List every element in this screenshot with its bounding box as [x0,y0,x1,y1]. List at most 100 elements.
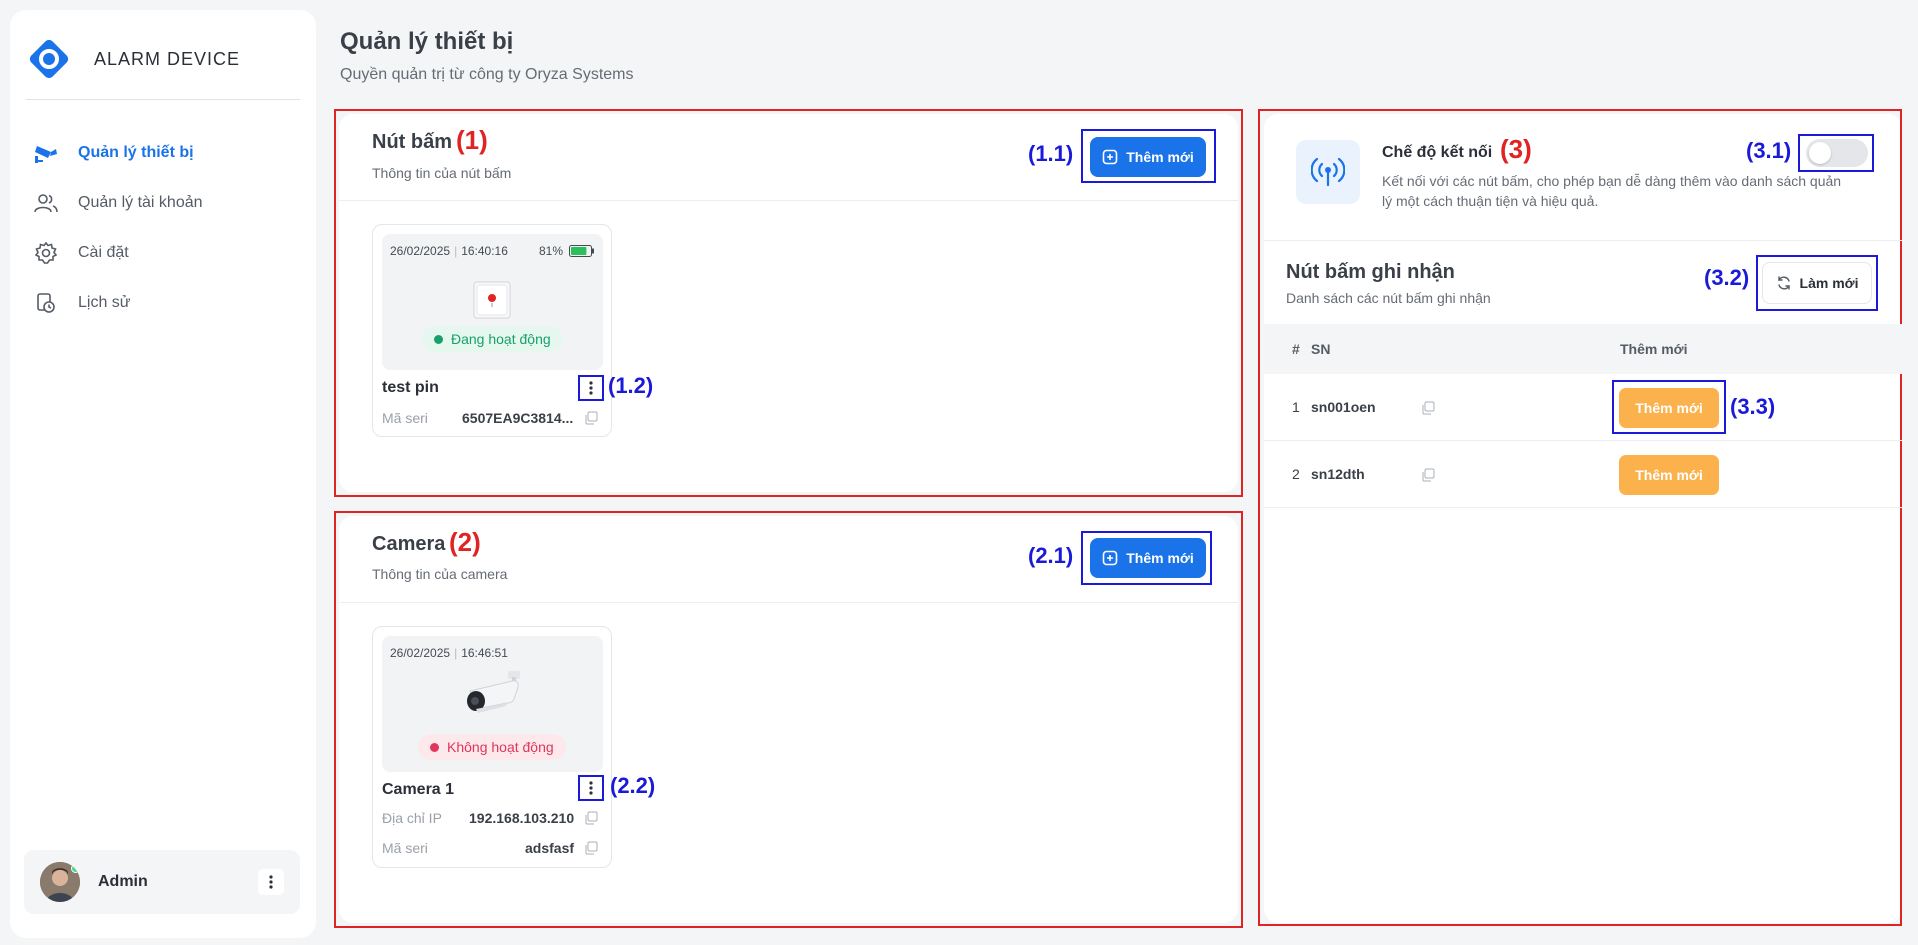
camera-icon [32,139,60,167]
serial-label: Mã seri [382,410,428,426]
camera-menu-button[interactable] [582,778,600,798]
sidebar-item-label: Quản lý tài khoản [78,194,203,211]
row-sn: sn12dth [1311,466,1365,482]
camera-card[interactable]: 26/02/2025 | 16:46:51 Không hoạt động Came… [372,626,612,868]
annotation-2-1: (2.1) [1028,543,1074,568]
ip-value: 192.168.103.210 [469,810,575,826]
user-menu-button[interactable] [258,869,284,895]
sidebar-item-label: Cài đặt [78,244,129,261]
connection-title: Chế độ kết nối [1382,144,1493,161]
add-button-camera[interactable]: Thêm mới [1090,538,1206,578]
status-text: Đang hoạt động [451,331,551,347]
avatar[interactable] [40,862,80,902]
connection-mode-toggle[interactable] [1806,139,1868,167]
status-dot [430,742,439,752]
buttons-section-title: Nút bấm [372,131,452,153]
sidebar-item-accounts[interactable]: Quản lý tài khoản [32,178,302,228]
plus-icon [1102,550,1118,566]
copy-icon[interactable] [584,811,598,825]
sidebar-item-label: Quản lý thiết bị [78,144,194,161]
camera-image-area: 26/02/2025 | 16:46:51 Không hoạt động [382,636,603,772]
annotation-1-2: (1.2) [608,373,654,398]
buttons-section-subtitle: Thông tin của nút bấm [372,165,512,181]
add-button-label: Thêm mới [1126,149,1194,165]
connection-panel-highlight [1258,109,1902,926]
refresh-icon [1777,276,1790,290]
status-text: Không hoạt động [447,739,554,755]
battery-icon [569,245,594,257]
annotation-1: (1) [456,125,488,155]
section-divider [1264,240,1902,241]
annotation-2: (2) [449,527,481,557]
table-header: # SN Thêm mới [1264,324,1902,374]
status-dot [434,334,443,344]
device-date: 26/02/2025 [390,244,451,258]
add-button-device[interactable]: Thêm mới [1090,137,1206,177]
panic-button-image [473,281,511,319]
serial-value: 6507EA9C3814... [462,410,574,426]
sidebar-item-devices[interactable]: Quản lý thiết bị [32,128,302,178]
battery-percent: 81% [538,244,563,258]
page-title: Quản lý thiết bị [340,28,514,55]
kebab-icon [269,875,273,889]
battery-indicator: 81% [539,244,595,258]
column-header-sn: SN [1311,341,1331,357]
device-name: test pin [382,379,439,396]
copy-icon[interactable] [1421,468,1435,482]
refresh-button[interactable]: Làm mới [1762,262,1872,304]
row-sn: sn001oen [1311,399,1376,415]
plus-icon [1102,149,1118,165]
table-row: 2 sn12dth Thêm mới [1264,441,1902,508]
column-header-index: # [1292,341,1300,357]
refresh-label: Làm mới [1799,275,1859,291]
copy-icon[interactable] [584,411,598,425]
add-recorded-button[interactable]: Thêm mới [1619,455,1719,495]
copy-icon[interactable] [584,841,598,855]
device-datetime: 26/02/2025 | 16:40:16 [390,244,508,258]
wifi-signal-icon [1311,157,1345,187]
device-image-area: 26/02/2025 | 16:40:16 81% Đang hoạt động [382,234,603,370]
brand-name: ALARM DEVICE [94,48,241,69]
connection-description: Kết nối với các nút bấm, cho phép bạn dễ… [1382,173,1842,209]
serial-value: adsfasf [525,840,575,856]
toggle-knob [1809,142,1831,164]
add-button-label: Thêm mới [1126,550,1194,566]
column-header-action: Thêm mới [1620,341,1688,357]
sidebar-item-label: Lịch sử [78,294,131,311]
page-subtitle: Quyền quản trị từ công ty Oryza Systems [340,66,634,83]
annotation-3-2: (3.2) [1704,265,1750,290]
user-card: Admin [24,850,300,914]
users-icon [32,189,60,217]
row-index: 1 [1292,399,1300,415]
device-card[interactable]: 26/02/2025 | 16:40:16 81% Đang hoạt động t… [372,224,612,437]
section-divider [339,602,1238,603]
history-icon [32,289,60,317]
brand[interactable]: ALARM DEVICE [28,38,240,80]
online-status-dot [71,864,80,873]
camera-name: Camera 1 [382,781,455,798]
camera-datetime: 26/02/2025 | 16:46:51 [390,646,508,660]
device-time: 16:40:16 [461,244,508,258]
section-divider [339,200,1238,201]
ip-label: Địa chỉ IP [382,810,442,826]
recorded-title: Nút bấm ghi nhận [1286,261,1455,283]
camera-section-title: Camera [372,533,446,555]
row-index: 2 [1292,466,1300,482]
device-menu-button[interactable] [582,378,600,398]
cctv-camera-image [467,671,520,713]
annotation-3-3: (3.3) [1730,394,1776,419]
sidebar-item-history[interactable]: Lịch sử [32,278,302,328]
kebab-icon [589,781,593,795]
annotation-1-1: (1.1) [1028,141,1074,166]
annotation-3-1: (3.1) [1746,138,1792,163]
annotation-3: (3) [1500,134,1532,164]
add-recorded-highlight [1612,380,1726,434]
serial-label: Mã seri [382,840,428,856]
table-row: 1 sn001oen Thêm mới [1264,374,1902,441]
status-badge: Đang hoạt động [422,326,563,352]
recorded-subtitle: Danh sách các nút bấm ghi nhận [1286,290,1491,306]
kebab-icon [589,381,593,395]
sidebar-item-settings[interactable]: Cài đặt [32,228,302,278]
brand-divider [26,99,300,100]
copy-icon[interactable] [1421,401,1435,415]
